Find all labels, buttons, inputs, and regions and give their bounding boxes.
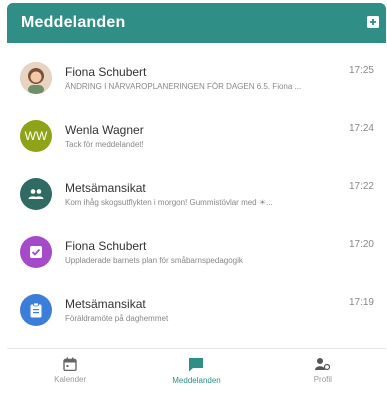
clipboard-icon — [30, 302, 42, 317]
app-window: Meddelanden Fiona Schubert 17:25 ÄNDRING… — [0, 0, 387, 397]
message-preview: Tack för meddelandet! — [65, 140, 144, 149]
sender-name: Fiona Schubert — [65, 239, 147, 253]
list-item[interactable]: Fiona Schubert 17:20 Uppladerade barnets… — [7, 225, 386, 283]
sender-name: Wenla Wagner — [65, 123, 144, 137]
list-item[interactable]: Metsämansikat 17:22 Kom ihåg skogsutflyk… — [7, 167, 386, 225]
tab-label-calendar: Kalender — [54, 375, 87, 384]
message-list: Fiona Schubert 17:25 ÄNDRING I NÄRVAROPL… — [7, 51, 386, 341]
message-preview: Föräldramöte på daghemmet — [65, 314, 169, 323]
avatar: WW — [20, 120, 52, 152]
calendar-icon — [63, 357, 77, 371]
message-time: 17:25 — [348, 65, 374, 76]
sender-name: Metsämansikat — [65, 297, 146, 311]
message-preview: Uppladerade barnets plan för småbarnsped… — [65, 256, 243, 265]
group-icon — [28, 189, 44, 199]
message-time: 17:20 — [348, 239, 374, 250]
message-time: 17:22 — [348, 181, 374, 192]
tab-label-profile: Profil — [313, 375, 332, 384]
list-fade — [0, 330, 387, 350]
profile-icon — [314, 358, 330, 371]
tab-label-messages: Meddelanden — [172, 376, 221, 385]
sender-name: Metsämansikat — [65, 181, 146, 195]
avatar-initials: WW — [24, 129, 48, 143]
page-title: Meddelanden — [21, 14, 126, 31]
message-time: 17:24 — [348, 123, 374, 134]
list-item[interactable]: Fiona Schubert 17:25 ÄNDRING I NÄRVAROPL… — [7, 51, 386, 109]
checkbox-icon — [30, 246, 42, 258]
tab-messages[interactable]: Meddelanden — [133, 349, 259, 397]
new-message-icon[interactable] — [366, 15, 380, 29]
tab-profile[interactable]: Profil — [260, 349, 386, 397]
tab-calendar[interactable]: Kalender — [7, 349, 133, 397]
top-bar: Meddelanden — [7, 3, 386, 43]
chat-icon — [189, 358, 204, 372]
message-preview: ÄNDRING I NÄRVAROPLANERINGEN FÖR DAGEN 6… — [65, 82, 302, 91]
bottom-tab-bar: Kalender Meddelanden Profil — [7, 348, 386, 397]
list-item[interactable]: WW Wenla Wagner 17:24 Tack för meddeland… — [7, 109, 386, 167]
avatar — [20, 178, 52, 210]
avatar — [20, 62, 52, 94]
message-time: 17:19 — [348, 297, 374, 308]
avatar — [20, 236, 52, 268]
sender-name: Fiona Schubert — [65, 65, 147, 79]
message-preview: Kom ihåg skogsutflykten i morgon! Gummis… — [65, 198, 273, 207]
avatar — [20, 294, 52, 326]
photo-avatar-icon — [20, 62, 52, 94]
